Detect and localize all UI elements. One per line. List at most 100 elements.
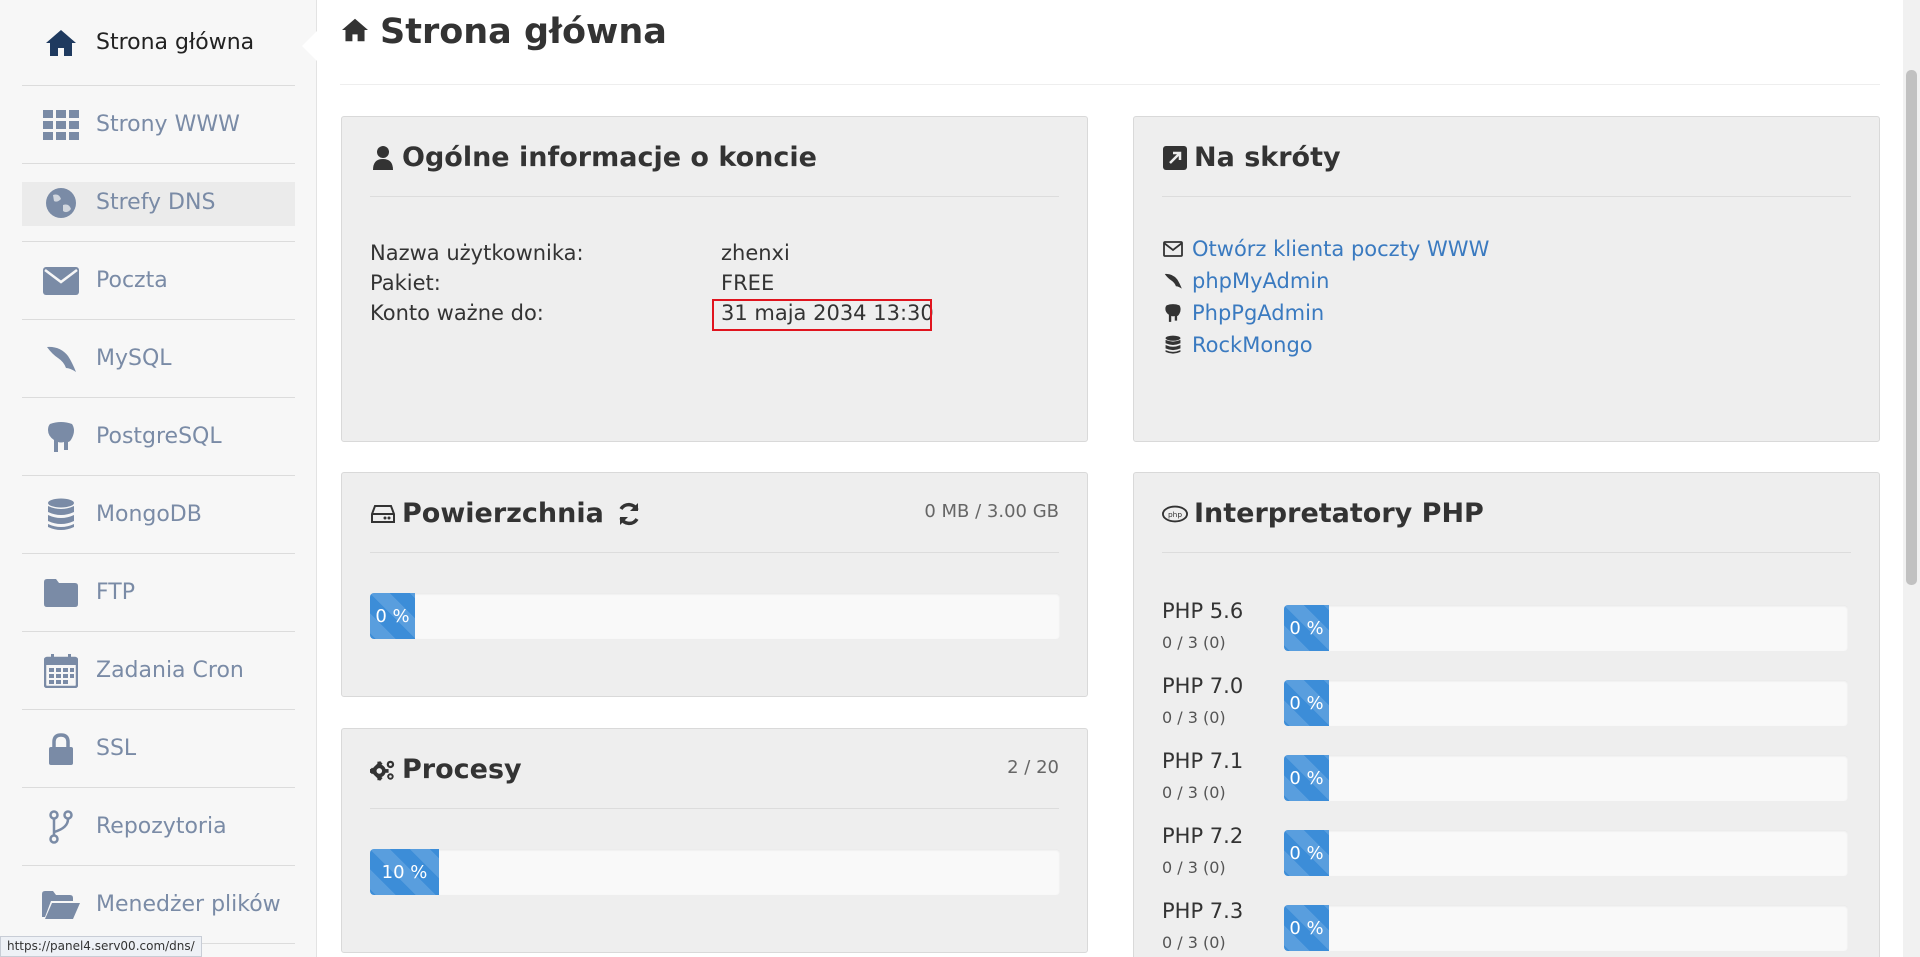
shortcut-links: Otwórz klienta poczty WWW phpMyAdmin Php… (1162, 233, 1489, 361)
page-title-text: Strona główna (380, 12, 667, 52)
shortcut-rockmongo[interactable]: RockMongo (1162, 329, 1489, 361)
panel-title: Ogólne informacje o koncie (402, 142, 817, 173)
shortcut-phpmyadmin[interactable]: phpMyAdmin (1162, 265, 1489, 297)
php-progress-fill: 0 % (1284, 605, 1329, 651)
sidebar-item-mail[interactable]: Poczta (22, 242, 295, 320)
shortcut-link-text[interactable]: RockMongo (1192, 333, 1313, 357)
user-icon (370, 141, 396, 175)
info-key: Pakiet: (370, 271, 441, 295)
shortcut-webmail[interactable]: Otwórz klienta poczty WWW (1162, 233, 1489, 265)
php-count: 0 / 3 (0) (1162, 858, 1226, 877)
folder-open-icon (42, 886, 80, 924)
progress-label: 0 % (1289, 917, 1324, 939)
panel-header: Powierzchnia 0 MB / 3.00 GB (370, 497, 1059, 553)
external-link-icon (1162, 141, 1188, 175)
php-count: 0 / 3 (0) (1162, 933, 1226, 952)
processes-progress-fill: 10 % (370, 849, 439, 895)
sidebar-item-mysql[interactable]: MySQL (22, 320, 295, 398)
shortcut-link-text[interactable]: phpMyAdmin (1192, 269, 1329, 293)
grid-icon (42, 106, 80, 144)
globe-icon (42, 184, 80, 222)
php-progress-fill: 0 % (1284, 905, 1329, 951)
sidebar-item-label: Strefy DNS (96, 190, 216, 215)
panel-title: Interpretatory PHP (1194, 498, 1484, 529)
progress-label: 0 % (375, 605, 410, 627)
info-key: Konto ważne do: (370, 301, 544, 325)
progress-label: 0 % (1289, 617, 1324, 639)
sidebar-item-postgresql[interactable]: PostgreSQL (22, 398, 295, 476)
shortcuts-panel: Na skróty Otwórz klienta poczty WWW phpM… (1133, 116, 1880, 442)
php-row: PHP 7.3 0 / 3 (0) 0 % (1162, 899, 1852, 957)
elephant-icon (1162, 302, 1184, 324)
storage-panel: Powierzchnia 0 MB / 3.00 GB 0 % (341, 472, 1088, 697)
sidebar-item-home[interactable]: Strona główna (22, 0, 295, 86)
php-progress-fill: 0 % (1284, 680, 1329, 726)
status-bar-url: https://panel4.serv00.com/dns/ (0, 936, 202, 957)
divider (340, 84, 1880, 85)
php-count: 0 / 3 (0) (1162, 708, 1226, 727)
scrollbar[interactable] (1903, 0, 1920, 957)
sidebar-item-label: Strona główna (96, 30, 255, 55)
sidebar-item-dns[interactable]: Strefy DNS (22, 164, 295, 242)
info-key: Nazwa użytkownika: (370, 241, 584, 265)
processes-panel: Procesy 2 / 20 10 % (341, 728, 1088, 953)
sidebar-item-mongodb[interactable]: MongoDB (22, 476, 295, 554)
app-window: Strona główna Strony WWW Strefy DNS Pocz… (0, 0, 1920, 957)
sidebar-item-label: Zadania Cron (96, 658, 244, 683)
panel-header: Procesy 2 / 20 (370, 753, 1059, 809)
php-version: PHP 7.1 (1162, 749, 1244, 773)
progress-label: 10 % (381, 861, 428, 883)
panel-title: Procesy (402, 754, 522, 785)
sidebar-item-cron[interactable]: Zadania Cron (22, 632, 295, 710)
sidebar-item-label: MySQL (96, 346, 172, 371)
info-value: FREE (721, 271, 775, 295)
info-value: zhenxi (721, 241, 790, 265)
panel-title: Na skróty (1194, 142, 1341, 173)
database-icon (1162, 334, 1184, 356)
database-icon (42, 496, 80, 534)
shortcut-phppgadmin[interactable]: PhpPgAdmin (1162, 297, 1489, 329)
sidebar-item-websites[interactable]: Strony WWW (22, 86, 295, 164)
envelope-icon (42, 262, 80, 300)
branch-icon (42, 808, 80, 846)
progress-label: 0 % (1289, 692, 1324, 714)
progress-label: 0 % (1289, 842, 1324, 864)
panel-title: Powierzchnia (402, 498, 604, 529)
progress-label: 0 % (1289, 767, 1324, 789)
php-progress-fill: 0 % (1284, 755, 1329, 801)
php-row: PHP 7.0 0 / 3 (0) 0 % (1162, 674, 1852, 749)
php-interpreters-panel: php Interpretatory PHP PHP 5.6 0 / 3 (0)… (1133, 472, 1880, 957)
shortcut-link-text[interactable]: PhpPgAdmin (1192, 301, 1324, 325)
sidebar-item-file-manager[interactable]: Menedżer plików (22, 866, 295, 944)
envelope-icon (1162, 238, 1184, 260)
dolphin-icon (42, 340, 80, 378)
home-icon (42, 24, 80, 62)
php-progress-bar: 0 % (1284, 605, 1848, 651)
sidebar-item-ssl[interactable]: SSL (22, 710, 295, 788)
account-info-panel: Ogólne informacje o koncie Nazwa użytkow… (341, 116, 1088, 442)
sidebar-item-ftp[interactable]: FTP (22, 554, 295, 632)
panel-header: php Interpretatory PHP (1162, 497, 1851, 553)
sidebar-item-repositories[interactable]: Repozytoria (22, 788, 295, 866)
php-count: 0 / 3 (0) (1162, 633, 1226, 652)
refresh-icon[interactable] (616, 497, 642, 531)
sidebar-item-label: Menedżer plików (96, 892, 281, 917)
storage-progress-fill: 0 % (370, 593, 415, 639)
php-progress-fill: 0 % (1284, 830, 1329, 876)
sidebar-item-label: FTP (96, 580, 135, 605)
php-progress-bar: 0 % (1284, 755, 1848, 801)
sidebar-item-label: PostgreSQL (96, 424, 222, 449)
sidebar-item-label: MongoDB (96, 502, 202, 527)
php-icon: php (1162, 497, 1188, 531)
php-version: PHP 5.6 (1162, 599, 1244, 623)
php-progress-bar: 0 % (1284, 830, 1848, 876)
folder-icon (42, 574, 80, 612)
lock-icon (42, 730, 80, 768)
scrollbar-thumb[interactable] (1906, 70, 1917, 585)
php-version: PHP 7.2 (1162, 824, 1244, 848)
expiry-highlight-box (712, 299, 932, 331)
panel-header: Na skróty (1162, 141, 1851, 197)
shortcut-link-text[interactable]: Otwórz klienta poczty WWW (1192, 237, 1489, 261)
dolphin-icon (1162, 270, 1184, 292)
php-count: 0 / 3 (0) (1162, 783, 1226, 802)
